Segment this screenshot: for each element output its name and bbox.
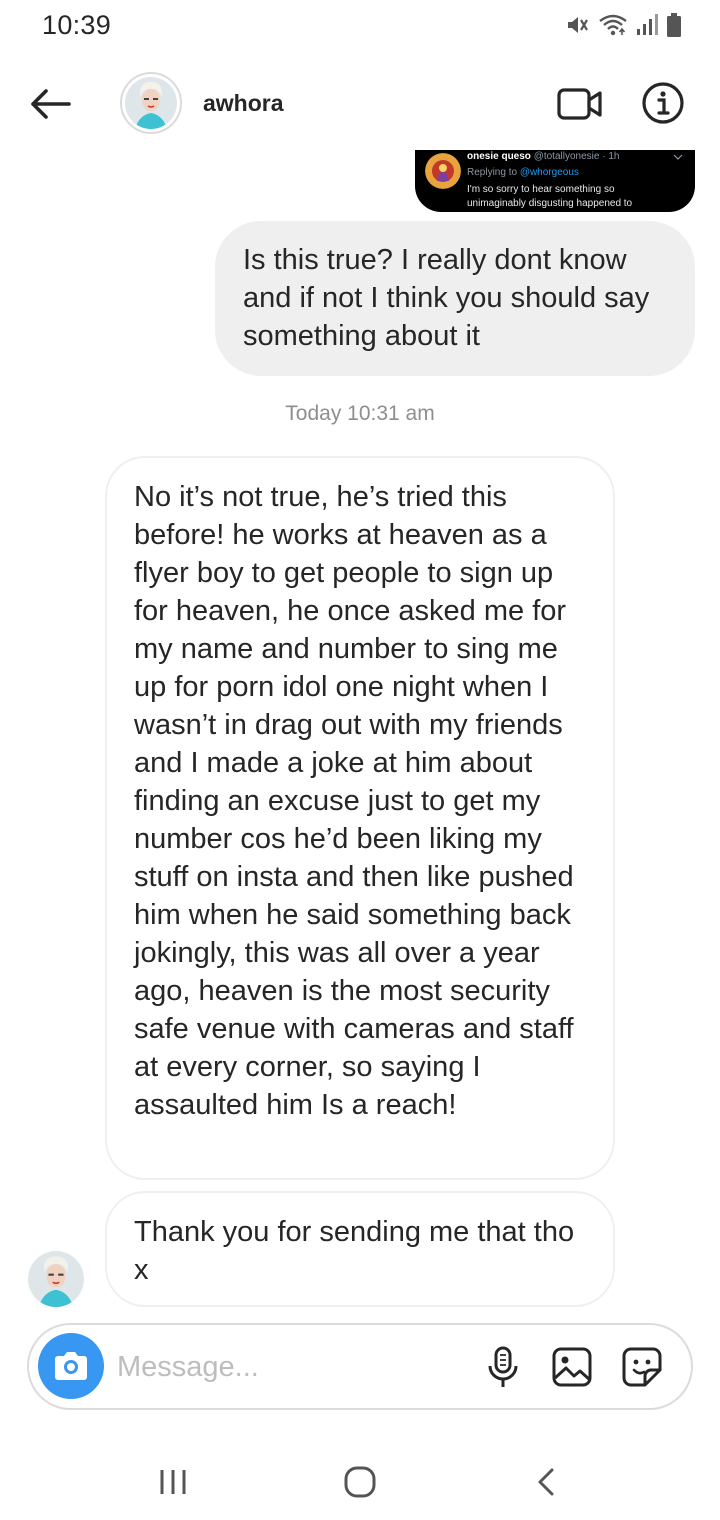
gallery-button[interactable]	[549, 1344, 595, 1390]
home-icon[interactable]	[340, 1462, 380, 1502]
tweet-replying-mention: @whorgeous	[519, 167, 579, 178]
sender-avatar[interactable]	[28, 1251, 84, 1307]
profile-photo-image	[28, 1251, 84, 1307]
tweet-author-avatar	[425, 153, 461, 189]
shared-tweet-preview[interactable]: onesie queso @totallyonesie · 1h Replyin…	[415, 150, 695, 212]
status-icons	[564, 12, 682, 38]
tweet-display-name: onesie queso	[467, 151, 531, 162]
status-time: 10:39	[42, 10, 112, 40]
message-input[interactable]	[117, 1343, 467, 1391]
microphone-icon	[488, 1346, 518, 1387]
tweet-avatar-image	[425, 153, 461, 189]
sticker-button[interactable]	[619, 1344, 665, 1390]
mute-icon	[568, 17, 588, 33]
voice-message-button[interactable]	[481, 1344, 525, 1392]
header-username[interactable]: awhora	[203, 90, 284, 117]
info-icon	[642, 82, 684, 124]
sticker-icon	[622, 1347, 662, 1387]
tweet-text-line: I'm so sorry to hear something so	[467, 184, 615, 195]
chevron-down-icon	[673, 154, 683, 160]
video-call-icon	[557, 88, 602, 120]
status-bar: 10:39	[0, 0, 720, 60]
tweet-text-line: unimaginably disgusting happened to	[467, 198, 633, 209]
message-timestamp: Today 10:31 am	[285, 402, 435, 425]
header-avatar[interactable]	[120, 72, 182, 134]
gallery-icon	[552, 1347, 592, 1387]
nav-back-icon[interactable]	[530, 1464, 564, 1500]
system-navigation-bar	[0, 1440, 720, 1520]
profile-photo-image	[125, 77, 177, 129]
tweet-replying-line: Replying to @whorgeous	[467, 167, 579, 178]
recent-apps-icon[interactable]	[156, 1464, 190, 1500]
tweet-replying-prefix: Replying to	[467, 167, 520, 178]
back-button[interactable]	[26, 80, 74, 128]
signal-icon	[637, 14, 658, 35]
tweet-author-line: onesie queso @totallyonesie · 1h	[467, 151, 619, 162]
message-composer	[27, 1323, 693, 1410]
video-call-button[interactable]	[556, 82, 604, 126]
battery-icon	[667, 13, 681, 37]
info-button[interactable]	[640, 80, 686, 126]
back-arrow-icon	[31, 89, 71, 119]
camera-button[interactable]	[38, 1333, 104, 1399]
tweet-handle: @totallyonesie · 1h	[533, 151, 620, 162]
wifi-icon	[599, 14, 627, 36]
incoming-message[interactable]: Thank you for sending me that tho x	[105, 1191, 615, 1307]
camera-icon	[55, 1352, 87, 1380]
incoming-message[interactable]: No it’s not true, he’s tried this before…	[105, 456, 615, 1180]
outgoing-message[interactable]: Is this true? I really dont know and if …	[215, 221, 695, 376]
chat-header: awhora	[0, 60, 720, 150]
tweet-text: I'm so sorry to hear something so unimag…	[467, 183, 687, 211]
